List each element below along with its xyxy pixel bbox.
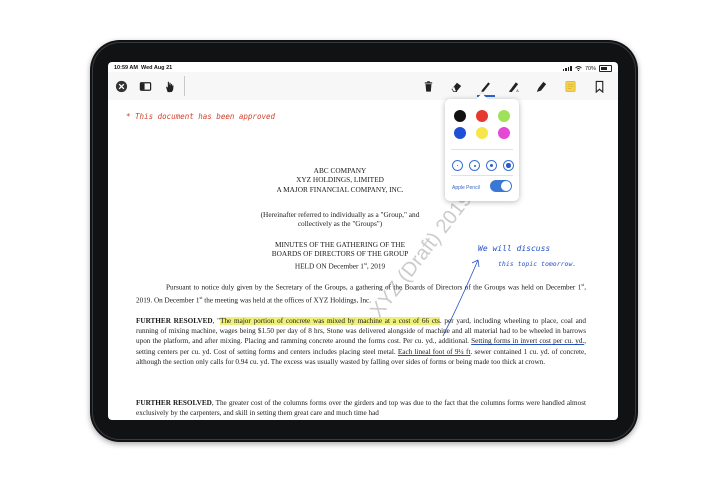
highlighter-pen-icon: A — [508, 81, 519, 93]
color-swatch-magenta[interactable] — [498, 127, 510, 139]
eraser-icon — [451, 82, 461, 92]
bookmark-icon — [595, 80, 603, 93]
battery-percent: 70% — [584, 65, 596, 72]
wifi-icon — [575, 66, 582, 71]
color-swatch-blue[interactable] — [454, 127, 466, 139]
apple-pencil-toggle[interactable] — [490, 180, 512, 192]
discuss-note-line1: We will discuss — [478, 244, 551, 253]
pen-button[interactable] — [478, 79, 492, 93]
underlined-text-2: Each lineal foot of 9¼ ft — [397, 347, 471, 356]
sidebar-icon — [139, 81, 151, 91]
status-right: 70% — [562, 65, 612, 72]
color-swatch-red[interactable] — [476, 110, 488, 122]
bookmark-button[interactable] — [592, 79, 606, 93]
paragraph-resolved-2: FURTHER RESOLVED, The greater cost of th… — [136, 399, 586, 418]
battery-icon — [599, 65, 612, 72]
highlighted-text: The major portion of concrete was mixed … — [220, 317, 440, 325]
trash-icon — [424, 80, 432, 92]
paragraph-resolved-1: FURTHER RESOLVED, "The major portion of … — [136, 317, 587, 366]
apple-pencil-label: Apple Pencil — [452, 185, 480, 191]
annotation-toolbar: A — [108, 72, 618, 100]
underlined-text-1: Setting forms in invert cost per cu. yd. — [471, 337, 585, 346]
pen-options-popover: Apple Pencil — [445, 99, 519, 201]
hand-tool-button[interactable] — [162, 79, 176, 93]
marker-icon — [536, 81, 546, 92]
sidebar-button[interactable] — [138, 79, 152, 93]
toolbar-divider — [184, 76, 185, 96]
popover-divider — [451, 149, 513, 150]
sticky-note-icon — [565, 80, 575, 92]
close-icon — [115, 80, 127, 92]
eraser-button[interactable] — [449, 79, 463, 93]
delete-button[interactable] — [421, 79, 435, 93]
color-swatch-green[interactable] — [498, 110, 510, 122]
signal-icon — [562, 66, 572, 71]
referred-note: (Hereinafter referred to individually as… — [260, 210, 420, 229]
popover-divider — [451, 175, 513, 176]
status-time: 10:59 AM Wed Aug 21 — [114, 65, 173, 71]
company-header: ABC COMPANY XYZ HOLDINGS, LIMITED A MAJO… — [276, 166, 404, 194]
discuss-note-line2: this topic tomorrow. — [498, 260, 577, 268]
stroke-size-1[interactable] — [452, 160, 463, 171]
marker-button[interactable] — [534, 79, 548, 93]
paragraph-notice: Pursuant to notice duly given by the Sec… — [136, 282, 586, 304]
color-swatch-black[interactable] — [454, 110, 466, 122]
stroke-size-3[interactable] — [486, 160, 497, 171]
svg-text:A: A — [516, 89, 519, 93]
document-page: * This document has been approved We wil… — [108, 100, 618, 420]
stroke-size-2[interactable] — [469, 160, 480, 171]
sticky-note-button[interactable] — [563, 79, 577, 93]
pen-icon — [480, 81, 490, 92]
highlighter-pen-button[interactable]: A — [506, 79, 520, 93]
stroke-size-4[interactable] — [503, 160, 514, 171]
approved-note: * This document has been approved — [126, 112, 276, 121]
screen: 10:59 AM Wed Aug 21 70% A * This documen… — [108, 62, 618, 420]
close-button[interactable] — [114, 79, 128, 93]
hand-icon — [165, 81, 173, 92]
color-swatch-yellow[interactable] — [476, 127, 488, 139]
